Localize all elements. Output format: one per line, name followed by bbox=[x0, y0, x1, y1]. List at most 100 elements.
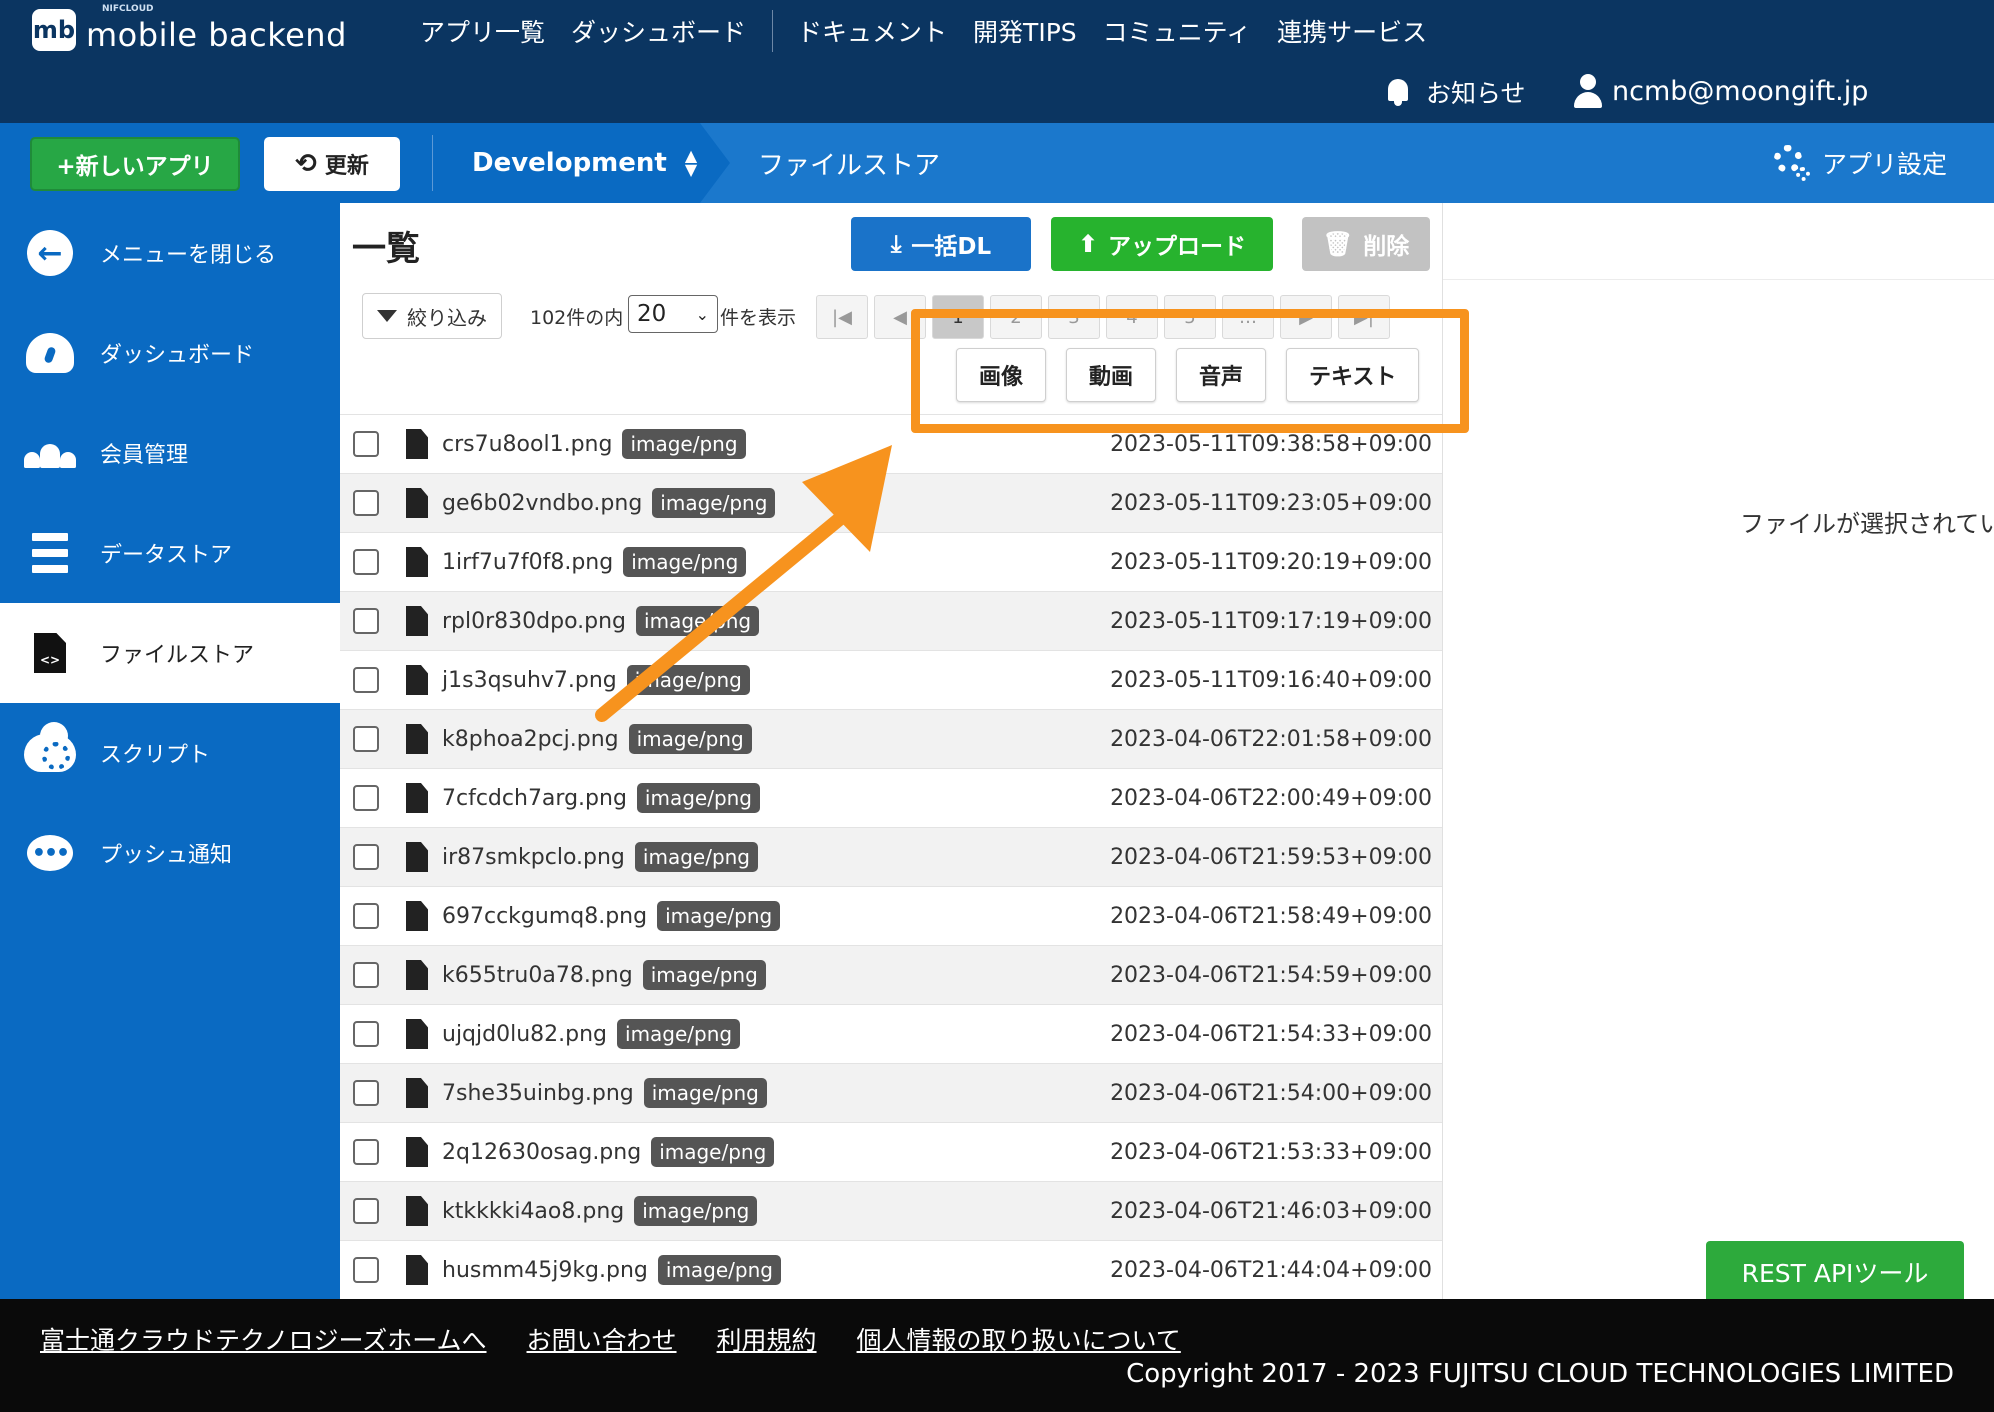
page-button-1[interactable]: 1 bbox=[932, 295, 984, 339]
row-checkbox[interactable] bbox=[353, 785, 379, 811]
file-name[interactable]: k8phoa2pcj.png image/png bbox=[442, 724, 752, 754]
file-name[interactable]: k655tru0a78.png image/png bbox=[442, 960, 766, 990]
table-row[interactable]: k655tru0a78.png image/png 2023-04-06T21:54… bbox=[340, 945, 1442, 1004]
nav-community[interactable]: コミュニティ bbox=[1103, 13, 1252, 49]
row-checkbox[interactable] bbox=[353, 844, 379, 870]
nav-dev-tips[interactable]: 開発TIPS bbox=[973, 13, 1077, 49]
row-checkbox[interactable] bbox=[353, 1139, 379, 1165]
footer-link-contact[interactable]: お問い合わせ bbox=[527, 1321, 677, 1357]
table-row[interactable]: husmm45j9kg.png image/png 2023-04-06T21:44… bbox=[340, 1240, 1442, 1299]
file-name[interactable]: rpl0r830dpo.png image/png bbox=[442, 606, 760, 636]
sidebar-item-label: スクリプト bbox=[100, 743, 211, 768]
file-name[interactable]: 7cfcdch7arg.png image/png bbox=[442, 783, 761, 813]
row-checkbox[interactable] bbox=[353, 1198, 379, 1224]
bulk-download-button[interactable]: ⤓ 一括DL bbox=[851, 217, 1031, 271]
table-row[interactable]: ktkkkki4ao8.png image/png 2023-04-06T21:46… bbox=[340, 1181, 1442, 1240]
filter-video-button[interactable]: 動画 bbox=[1066, 348, 1157, 402]
filter-image-button[interactable]: 画像 bbox=[956, 348, 1047, 402]
delete-button[interactable]: 🗑 削除 bbox=[1302, 217, 1430, 271]
table-row[interactable]: j1s3qsuhv7.png image/png 2023-05-11T09:16:… bbox=[340, 650, 1442, 709]
file-name[interactable]: ge6b02vndbo.png image/png bbox=[442, 488, 776, 518]
table-row[interactable]: 2q12630osag.png image/png 2023-04-06T21:53… bbox=[340, 1122, 1442, 1181]
page-last-button[interactable]: ▶| bbox=[1338, 295, 1390, 339]
user-menu[interactable]: ncmb@moongift.jp bbox=[1572, 74, 1868, 108]
table-row[interactable]: ujqjd0lu82.png image/png 2023-04-06T21:54:… bbox=[340, 1004, 1442, 1063]
sidebar-item-filestore[interactable]: <> ファイルストア bbox=[0, 603, 340, 703]
sidebar-item-push[interactable]: ••• プッシュ通知 bbox=[0, 803, 340, 903]
sidebar-item-script[interactable]: スクリプト bbox=[0, 703, 340, 803]
row-checkbox[interactable] bbox=[353, 1257, 379, 1283]
table-row[interactable]: crs7u8ool1.png image/png 2023-05-11T09:38:… bbox=[340, 414, 1442, 473]
breadcrumb-separator bbox=[700, 123, 730, 203]
sidebar-item-close-menu[interactable]: ← メニューを閉じる bbox=[0, 203, 340, 303]
page-first-button[interactable]: |◀ bbox=[816, 295, 868, 339]
table-row[interactable]: 7cfcdch7arg.png image/png 2023-04-06T22:00… bbox=[340, 768, 1442, 827]
page-button-5[interactable]: 5 bbox=[1164, 295, 1216, 339]
table-row[interactable]: 7she35uinbg.png image/png 2023-04-06T21:54… bbox=[340, 1063, 1442, 1122]
footer-link-terms[interactable]: 利用規約 bbox=[717, 1321, 817, 1357]
app-settings-link[interactable]: アプリ設定 bbox=[1772, 123, 1947, 203]
page-button-3[interactable]: 3 bbox=[1048, 295, 1100, 339]
file-name[interactable]: husmm45j9kg.png image/png bbox=[442, 1255, 781, 1285]
page-prev-button[interactable]: ◀ bbox=[874, 295, 926, 339]
upload-button[interactable]: ⬆ アップロード bbox=[1051, 217, 1273, 271]
row-checkbox[interactable] bbox=[353, 490, 379, 516]
table-row[interactable]: 697cckgumq8.png image/png 2023-04-06T21:58… bbox=[340, 886, 1442, 945]
table-row[interactable]: ge6b02vndbo.png image/png 2023-05-11T09:23… bbox=[340, 473, 1442, 532]
table-row[interactable]: ir87smkpclo.png image/png 2023-04-06T21:59… bbox=[340, 827, 1442, 886]
row-checkbox[interactable] bbox=[353, 1080, 379, 1106]
page-button-4[interactable]: 4 bbox=[1106, 295, 1158, 339]
row-checkbox[interactable] bbox=[353, 431, 379, 457]
page-next-button[interactable]: ▶ bbox=[1280, 295, 1332, 339]
filter-audio-button[interactable]: 音声 bbox=[1176, 348, 1267, 402]
nav-app-list[interactable]: アプリ一覧 bbox=[420, 13, 545, 49]
file-name[interactable]: 1irf7u7f0f8.png image/png bbox=[442, 547, 747, 577]
refresh-button[interactable]: ⟲ 更新 bbox=[264, 137, 400, 191]
mime-type-badge: image/png bbox=[636, 783, 761, 813]
new-app-button[interactable]: +新しいアプリ bbox=[30, 137, 240, 191]
table-row[interactable]: k8phoa2pcj.png image/png 2023-04-06T22:01:… bbox=[340, 709, 1442, 768]
sidebar-item-users[interactable]: 会員管理 bbox=[0, 403, 340, 503]
logo[interactable]: mb NIFCLOUD mobile backend bbox=[32, 4, 347, 54]
filter-button[interactable]: 絞り込み bbox=[362, 293, 502, 339]
nav-divider bbox=[772, 10, 774, 52]
row-checkbox[interactable] bbox=[353, 549, 379, 575]
notice-link[interactable]: お知らせ bbox=[1384, 74, 1526, 110]
bell-icon bbox=[1384, 77, 1412, 107]
footer-link-privacy[interactable]: 個人情報の取り扱いについて bbox=[857, 1321, 1181, 1357]
row-checkbox[interactable] bbox=[353, 1021, 379, 1047]
mime-type-badge: image/png bbox=[657, 901, 781, 931]
row-checkbox[interactable] bbox=[353, 667, 379, 693]
row-checkbox[interactable] bbox=[353, 903, 379, 929]
file-name[interactable]: ir87smkpclo.png image/png bbox=[442, 842, 759, 872]
file-name[interactable]: j1s3qsuhv7.png image/png bbox=[442, 665, 750, 695]
sidebar-item-label: ダッシュボード bbox=[100, 343, 255, 368]
row-checkbox[interactable] bbox=[353, 962, 379, 988]
file-name[interactable]: ktkkkki4ao8.png image/png bbox=[442, 1196, 758, 1226]
row-checkbox[interactable] bbox=[353, 608, 379, 634]
filter-text-button[interactable]: テキスト bbox=[1286, 348, 1420, 402]
row-checkbox[interactable] bbox=[353, 726, 379, 752]
per-page-select[interactable]: 20 ⌄ bbox=[628, 295, 718, 333]
mime-type-badge: image/png bbox=[626, 665, 750, 695]
mime-type-badge: image/png bbox=[634, 842, 759, 872]
nav-integrations[interactable]: 連携サービス bbox=[1277, 13, 1427, 49]
file-icon bbox=[406, 724, 428, 754]
file-name[interactable]: 2q12630osag.png image/png bbox=[442, 1137, 775, 1167]
sidebar-item-datastore[interactable]: データストア bbox=[0, 503, 340, 603]
environment-selector[interactable]: Development ▲ ▼ bbox=[472, 123, 697, 203]
file-name[interactable]: crs7u8ool1.png image/png bbox=[442, 429, 746, 459]
file-icon bbox=[406, 1196, 428, 1226]
nav-dashboard[interactable]: ダッシュボード bbox=[571, 13, 746, 49]
sidebar-item-dashboard[interactable]: ダッシュボード bbox=[0, 303, 340, 403]
file-name[interactable]: ujqjd0lu82.png image/png bbox=[442, 1019, 741, 1049]
table-row[interactable]: 1irf7u7f0f8.png image/png 2023-05-11T09:20… bbox=[340, 532, 1442, 591]
file-name[interactable]: 697cckgumq8.png image/png bbox=[442, 901, 781, 931]
file-name[interactable]: 7she35uinbg.png image/png bbox=[442, 1078, 767, 1108]
page-button-2[interactable]: 2 bbox=[990, 295, 1042, 339]
notice-label: お知らせ bbox=[1426, 79, 1526, 108]
nav-documents[interactable]: ドキュメント bbox=[797, 13, 947, 49]
rest-api-tool-button[interactable]: REST APIツール bbox=[1706, 1241, 1964, 1303]
table-row[interactable]: rpl0r830dpo.png image/png 2023-05-11T09:17… bbox=[340, 591, 1442, 650]
footer-link-home[interactable]: 富士通クラウドテクノロジーズホームへ bbox=[40, 1321, 487, 1357]
